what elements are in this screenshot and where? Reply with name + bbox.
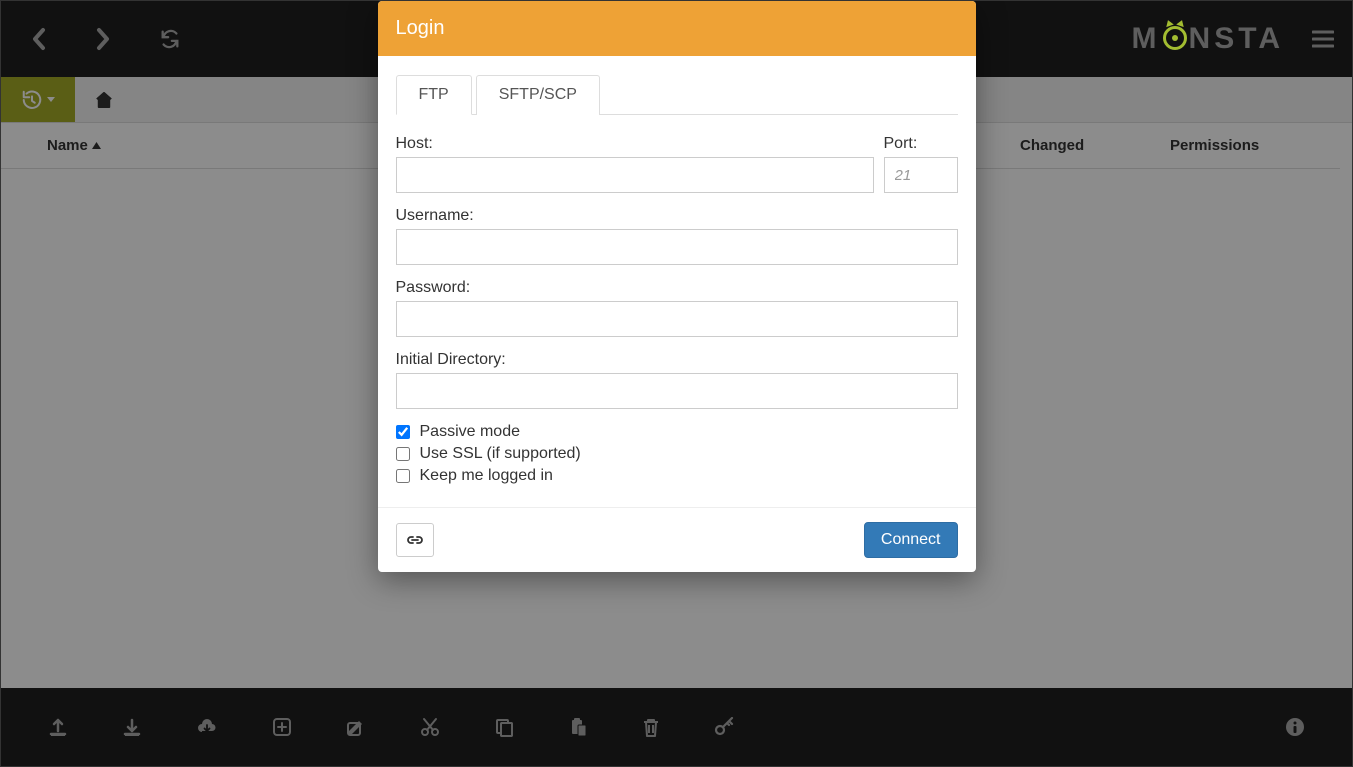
username-label: Username: — [396, 207, 958, 225]
tab-sftp[interactable]: SFTP/SCP — [476, 75, 600, 115]
passive-mode-check[interactable]: Passive mode — [396, 423, 958, 441]
host-input[interactable] — [396, 157, 874, 193]
keep-logged-in-label: Keep me logged in — [420, 467, 553, 485]
refresh-icon[interactable] — [159, 28, 181, 50]
back-icon[interactable] — [31, 27, 47, 51]
cloud-download-icon[interactable] — [169, 718, 245, 736]
login-tabs: FTP SFTP/SCP — [396, 74, 958, 115]
password-label: Password: — [396, 279, 958, 297]
use-ssl-checkbox[interactable] — [396, 447, 410, 461]
info-icon[interactable] — [1258, 717, 1332, 737]
copy-icon[interactable] — [467, 717, 541, 737]
logo-text-after: NSTA — [1189, 22, 1284, 56]
link-button[interactable] — [396, 523, 434, 557]
bottom-toolbar — [1, 688, 1352, 766]
cut-icon[interactable] — [393, 717, 467, 737]
tab-ftp[interactable]: FTP — [396, 75, 472, 115]
modal-title: Login — [378, 1, 976, 56]
use-ssl-label: Use SSL (if supported) — [420, 445, 581, 463]
keep-logged-in-check[interactable]: Keep me logged in — [396, 467, 958, 485]
port-input[interactable] — [884, 157, 958, 193]
initial-dir-label: Initial Directory: — [396, 351, 958, 369]
use-ssl-check[interactable]: Use SSL (if supported) — [396, 445, 958, 463]
edit-icon[interactable] — [319, 717, 393, 737]
logo: M NSTA — [1132, 22, 1284, 56]
host-label: Host: — [396, 135, 874, 153]
new-icon[interactable] — [245, 717, 319, 737]
logo-text-before: M — [1132, 22, 1161, 56]
menu-icon[interactable] — [1312, 30, 1334, 48]
initial-dir-input[interactable] — [396, 373, 958, 409]
paste-icon[interactable] — [541, 717, 615, 737]
connect-button[interactable]: Connect — [864, 522, 958, 558]
upload-icon[interactable] — [21, 717, 95, 737]
password-input[interactable] — [396, 301, 958, 337]
port-label: Port: — [884, 135, 958, 153]
passive-mode-checkbox[interactable] — [396, 425, 410, 439]
forward-icon[interactable] — [95, 27, 111, 51]
key-icon[interactable] — [687, 717, 763, 737]
trash-icon[interactable] — [615, 717, 687, 737]
logo-eye-icon — [1163, 26, 1187, 50]
login-modal: Login FTP SFTP/SCP Host: Port: — [378, 1, 976, 572]
username-input[interactable] — [396, 229, 958, 265]
passive-mode-label: Passive mode — [420, 423, 521, 441]
keep-logged-in-checkbox[interactable] — [396, 469, 410, 483]
link-icon — [406, 535, 424, 545]
download-icon[interactable] — [95, 717, 169, 737]
